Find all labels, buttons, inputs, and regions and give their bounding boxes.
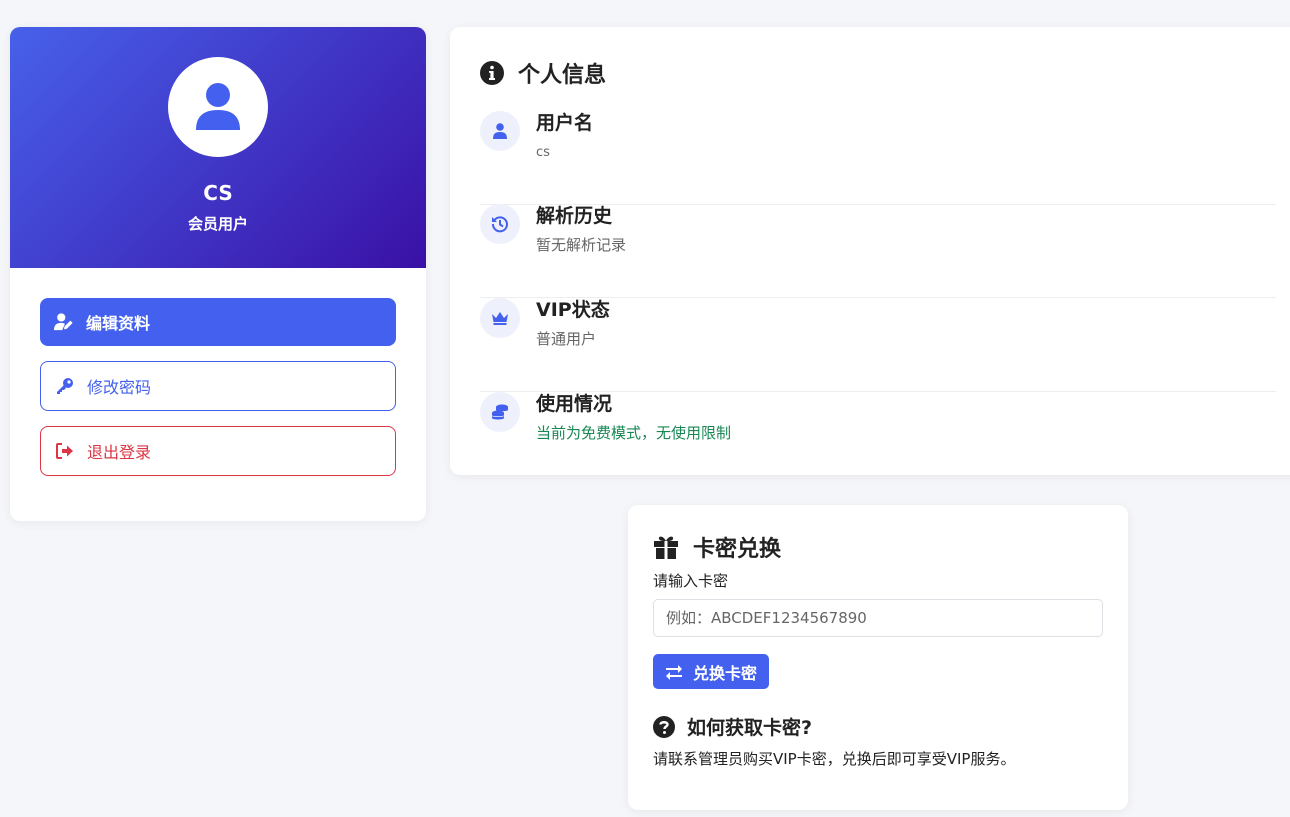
- redeem-title: 卡密兑换: [653, 531, 781, 563]
- info-label: VIP状态: [536, 299, 610, 321]
- coins-icon: [491, 404, 508, 420]
- info-value: 普通用户: [536, 330, 597, 348]
- profile-card: CS 会员用户 编辑资料 修改密码 退出登录: [10, 27, 426, 521]
- info-badge: [480, 111, 520, 151]
- info-badge: [480, 204, 520, 244]
- redeem-input-label: 请输入卡密: [653, 572, 729, 590]
- info-badge: [480, 392, 520, 432]
- profile-role: 会员用户: [187, 215, 248, 233]
- user-icon: [493, 123, 507, 139]
- history-icon: [491, 216, 508, 233]
- crown-icon: [492, 312, 508, 325]
- edit-profile-button[interactable]: 编辑资料: [40, 298, 396, 346]
- info-item-username: 用户名 cs: [480, 111, 1276, 205]
- help-text: 请联系管理员购买VIP卡密，兑换后即可享受VIP服务。: [653, 750, 1016, 768]
- redeem-card: 卡密兑换 请输入卡密 兑换卡密 如何获取卡密? 请联系管理员购买VIP卡密，兑换…: [628, 505, 1128, 810]
- redeem-title-text: 卡密兑换: [693, 537, 782, 562]
- personal-info-card: 个人信息 用户名 cs 解析历史 暂无解析记录 VIP状态 普通用户 使用情况 …: [450, 27, 1290, 475]
- personal-info-title: 个人信息: [480, 57, 606, 89]
- personal-info-title-text: 个人信息: [518, 63, 607, 88]
- info-circle-icon: [480, 61, 504, 85]
- edit-profile-label: 编辑资料: [86, 314, 151, 333]
- help-title-text: 如何获取卡密?: [687, 717, 813, 739]
- info-value: 当前为免费模式，无使用限制: [536, 424, 732, 442]
- key-icon: [55, 376, 75, 396]
- help-title: 如何获取卡密?: [653, 713, 812, 740]
- logout-label: 退出登录: [87, 443, 152, 462]
- info-label: 用户名: [536, 112, 594, 134]
- avatar: [168, 57, 268, 157]
- info-item-usage: 使用情况 当前为免费模式，无使用限制: [480, 392, 1276, 486]
- redeem-button-label: 兑换卡密: [693, 663, 758, 683]
- info-item-history: 解析历史 暂无解析记录: [480, 204, 1276, 298]
- card-code-input[interactable]: [653, 599, 1103, 637]
- change-password-button[interactable]: 修改密码: [40, 361, 396, 411]
- user-avatar-icon: [196, 83, 240, 130]
- exchange-icon: [666, 664, 682, 680]
- info-badge: [480, 298, 520, 338]
- redeem-button[interactable]: 兑换卡密: [653, 654, 769, 689]
- info-value: 暂无解析记录: [536, 236, 627, 254]
- profile-username: CS: [203, 181, 233, 205]
- profile-header: CS 会员用户: [10, 27, 426, 268]
- user-edit-icon: [54, 312, 74, 332]
- sign-out-icon: [55, 441, 75, 461]
- info-value: cs: [536, 145, 550, 160]
- info-label: 使用情况: [536, 393, 613, 415]
- gift-icon: [654, 536, 678, 559]
- info-label: 解析历史: [536, 205, 613, 227]
- profile-actions: 编辑资料 修改密码 退出登录: [10, 268, 426, 476]
- question-circle-icon: [653, 715, 675, 738]
- change-password-label: 修改密码: [87, 378, 152, 397]
- logout-button[interactable]: 退出登录: [40, 426, 396, 476]
- info-item-vip: VIP状态 普通用户: [480, 298, 1276, 392]
